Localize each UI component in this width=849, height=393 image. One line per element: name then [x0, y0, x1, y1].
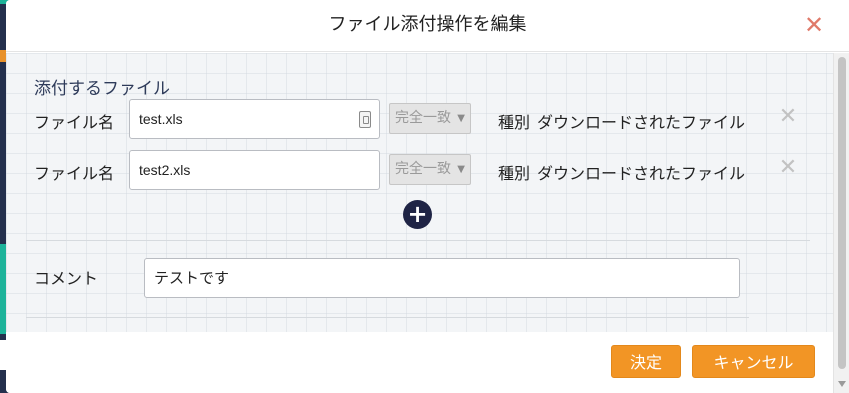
match-mode-select[interactable]: 完全一致 ▼ [389, 154, 471, 185]
plus-circle-icon[interactable]: + [403, 200, 432, 229]
close-icon[interactable]: ✕ [803, 13, 825, 37]
type-value: ダウンロードされたファイル [537, 164, 746, 183]
filename-input[interactable]: test2.xls [129, 150, 380, 190]
contact-card-icon [359, 111, 371, 128]
type-label: 種別 [498, 164, 531, 183]
dropdown-caret-icon: ▼ [457, 164, 465, 175]
attachment-row: ファイル名 test2.xls 完全一致 ▼ 種別 ダウンロードされたファイル … [6, 150, 833, 190]
match-mode-value: 完全一致 [395, 110, 451, 126]
match-mode-select[interactable]: 完全一致 ▼ [389, 103, 471, 134]
filename-label: ファイル名 [34, 164, 115, 183]
remove-row-icon[interactable]: ✕ [776, 105, 800, 129]
remove-row-icon[interactable]: ✕ [776, 156, 800, 180]
vertical-scrollbar[interactable] [833, 53, 849, 393]
cancel-button[interactable]: キャンセル [692, 345, 815, 378]
filename-value: test.xls [139, 111, 183, 127]
filename-value: test2.xls [139, 162, 191, 178]
dialog-footer: 決定 キャンセル [6, 332, 833, 393]
type-value: ダウンロードされたファイル [537, 113, 746, 132]
ok-button[interactable]: 決定 [611, 345, 681, 378]
filename-label: ファイル名 [34, 113, 115, 132]
dropdown-caret-icon: ▼ [457, 113, 465, 124]
edit-file-attach-dialog: ファイル添付操作を編集 ✕ 添付するファイル ファイル名 test.xls 完全… [6, 0, 849, 393]
comment-input[interactable]: テストです [144, 258, 740, 298]
section-divider [26, 317, 749, 318]
match-mode-value: 完全一致 [395, 161, 451, 177]
comment-label: コメント [34, 269, 99, 288]
scroll-down-arrow-icon[interactable] [838, 381, 846, 387]
comment-value: テストです [154, 269, 230, 287]
attachments-section-label: 添付するファイル [34, 79, 170, 99]
attachment-row: ファイル名 test.xls 完全一致 ▼ 種別 ダウンロードされたファイル ✕ [6, 99, 833, 139]
scrollbar-thumb[interactable] [838, 57, 846, 369]
dialog-header: ファイル添付操作を編集 ✕ [6, 0, 849, 52]
filename-input[interactable]: test.xls [129, 99, 380, 139]
dialog-body: 添付するファイル ファイル名 test.xls 完全一致 ▼ 種別 ダウンロード… [6, 53, 833, 332]
dialog-title: ファイル添付操作を編集 [328, 14, 527, 35]
type-label: 種別 [498, 113, 531, 132]
section-divider [26, 240, 810, 241]
